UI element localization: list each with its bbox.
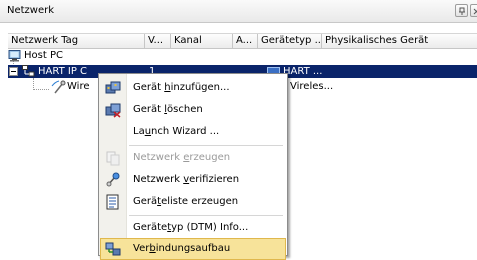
create-network-icon: [106, 151, 120, 166]
menu-item-add-device[interactable]: Gerät hinzufügen...: [100, 77, 286, 99]
add-device-icon: [105, 81, 121, 94]
menu-label-create-device-list: Geräteliste erzeugen: [133, 196, 239, 207]
column-header-physical-device[interactable]: Physikalisches Gerät: [322, 34, 477, 48]
menu-item-launch-wizard[interactable]: Launch Wizard ...: [100, 121, 286, 143]
device-list-icon: [106, 194, 119, 210]
menu-item-create-network[interactable]: Netzwerk erzeugen: [100, 147, 286, 169]
verify-network-icon: [106, 172, 120, 187]
hart-network-icon: [22, 65, 35, 77]
menu-label-verify-network: Netzwerk verifizieren: [133, 174, 240, 185]
menu-item-delete-device[interactable]: Gerät löschen: [100, 99, 286, 121]
menu-item-connect[interactable]: Verbindungsaufbau: [100, 238, 286, 260]
tree-label-wireless: Wire: [67, 81, 90, 92]
panel-title: Netzwerk: [7, 5, 55, 16]
close-icon: [473, 8, 477, 15]
connect-icon: [105, 242, 121, 256]
network-panel: Netzwerk Netzwerk Tag V... Kanal A... Ge…: [0, 0, 477, 260]
column-header-version[interactable]: V...: [145, 34, 171, 48]
column-header-channel[interactable]: Kanal: [171, 34, 233, 48]
tree-row-host-pc[interactable]: Host PC: [8, 49, 208, 62]
column-header-network-tag[interactable]: Netzwerk Tag: [8, 34, 145, 48]
close-button[interactable]: [470, 4, 477, 17]
column-header-device-type[interactable]: Gerätetyp ...: [258, 34, 322, 48]
collapse-toggle-icon[interactable]: [9, 67, 18, 76]
wireless-device-type: Vireles...: [290, 81, 334, 92]
computer-icon: [8, 50, 21, 62]
menu-label-add-device: Gerät hinzufügen...: [133, 82, 230, 93]
pin-icon: [459, 7, 465, 15]
hart-device-type: HART ...: [283, 66, 323, 77]
menu-separator: [129, 145, 283, 146]
menu-item-create-device-list[interactable]: Geräteliste erzeugen: [100, 191, 286, 213]
menu-item-verify-network[interactable]: Netzwerk verifizieren: [100, 169, 286, 191]
panel-titlebar: Netzwerk: [0, 0, 477, 23]
tree-label-hart-ip: HART IP C: [38, 66, 88, 77]
menu-label-device-type-info: Gerätetyp (DTM) Info...: [133, 222, 249, 233]
wireless-device-icon: [51, 80, 66, 94]
tree-label-host-pc: Host PC: [24, 50, 63, 61]
menu-separator: [129, 215, 283, 216]
menu-item-device-type-info[interactable]: Gerätetyp (DTM) Info...: [100, 217, 286, 239]
delete-device-icon: [105, 103, 121, 118]
menu-label-launch-wizard: Launch Wizard ...: [133, 126, 220, 137]
menu-label-create-network: Netzwerk erzeugen: [133, 152, 231, 163]
menu-label-delete-device: Gerät löschen: [133, 104, 203, 115]
pin-button[interactable]: [455, 4, 468, 17]
table-header: Netzwerk Tag V... Kanal A... Gerätetyp .…: [8, 33, 477, 49]
column-header-address[interactable]: A...: [233, 34, 258, 48]
menu-label-connect: Verbindungsaufbau: [133, 243, 231, 254]
context-menu: Gerät hinzufügen... Gerät löschen Launch…: [98, 73, 288, 260]
